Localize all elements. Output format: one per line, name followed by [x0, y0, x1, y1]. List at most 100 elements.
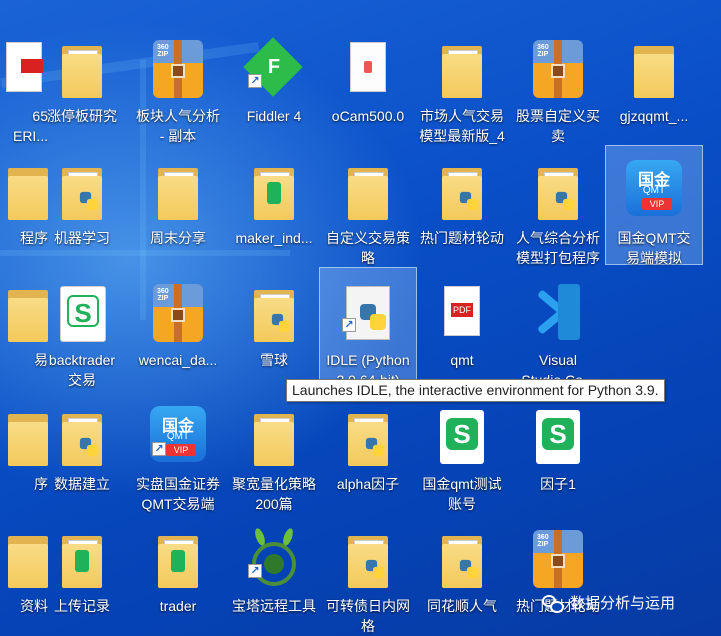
icon-label: 实盘国金证券 QMT交易端	[136, 476, 220, 512]
shortcut-arrow-icon: ↗	[342, 318, 356, 332]
desktop-icon-r5c5[interactable]: 同花顺人气	[414, 514, 510, 632]
desktop-icon-r4c6[interactable]: S 因子1	[510, 392, 606, 510]
watermark-text: 数据分析与运用	[570, 595, 676, 612]
desktop-icon-r5c1[interactable]: 上传记录	[34, 514, 130, 632]
vscode-icon	[530, 280, 586, 346]
python-folder-icon	[54, 158, 110, 224]
icon-label: 市场人气交易 模型最新版_4	[419, 108, 505, 144]
zip-archive-icon: 360 ZIP	[150, 36, 206, 102]
desktop-icon-r1c1[interactable]: 涨停板研究	[34, 24, 130, 142]
shortcut-arrow-icon: ↗	[248, 74, 262, 88]
python-folder-icon	[54, 404, 110, 470]
icon-label: 板块人气分析 - 副本	[136, 108, 220, 144]
desktop-icon-r1c5[interactable]: 市场人气交易 模型最新版_4	[414, 24, 510, 144]
desktop-icon-r5c3[interactable]: ↗ 宝塔远程工具	[226, 514, 322, 632]
desktop-icon-r5c2[interactable]: trader	[130, 514, 226, 632]
desktop-icon-r5c4[interactable]: 可转债日内网 格	[320, 514, 416, 634]
icon-label: alpha因子	[336, 476, 400, 492]
icon-label: 周末分享	[150, 230, 206, 246]
folder-icon	[246, 404, 302, 470]
python-folder-icon	[340, 526, 396, 592]
icon-label: 可转债日内网 格	[326, 598, 410, 634]
shortcut-arrow-icon: ↗	[152, 442, 166, 456]
desktop-icon-r4c5[interactable]: S 国金qmt测试 账号	[414, 392, 510, 512]
desktop-icon-r3c5[interactable]: PDF qmt	[414, 268, 510, 386]
desktop-icon-r1c6[interactable]: 360 ZIP 股票自定义买 卖	[510, 24, 606, 144]
folder-icon	[54, 526, 110, 592]
python-folder-icon	[340, 404, 396, 470]
wps-document-icon: S	[530, 404, 586, 470]
folder-icon	[0, 280, 48, 346]
desktop-icon-r3c1[interactable]: S backtrader 交易	[34, 268, 130, 388]
folder-icon	[434, 36, 490, 102]
wechat-watermark: 数据分析与运用	[542, 592, 675, 616]
desktop-icon-r3c3[interactable]: 雪球	[226, 268, 322, 386]
python-folder-icon	[246, 280, 302, 346]
icon-label: gjzqqmt_...	[619, 108, 689, 124]
desktop-icon-r2c2[interactable]: 周末分享	[130, 146, 226, 264]
icon-label: 数据建立	[54, 476, 110, 492]
folder-icon	[0, 404, 48, 470]
folder-icon	[54, 36, 110, 102]
desktop-icon-r1c4[interactable]: oCam500.0	[320, 24, 416, 142]
python-idle-icon	[340, 280, 396, 346]
zip-archive-icon: 360 ZIP	[150, 280, 206, 346]
icon-label: 因子1	[540, 476, 576, 492]
desktop-icon-r2c6[interactable]: 人气综合分析 模型打包程序	[510, 146, 606, 266]
folder-icon	[0, 526, 48, 592]
desktop-icon-r4c2[interactable]: 国金 QMT VIP ↗ 实盘国金证券 QMT交易端	[130, 392, 226, 512]
desktop-icon-r1c2[interactable]: 360 ZIP 板块人气分析 - 副本	[130, 24, 226, 144]
desktop-icon-r1c3[interactable]: F ↗ Fiddler 4	[226, 24, 322, 142]
desktop-icon-r2c7[interactable]: 国金 QMT VIP 国金QMT交 易端模拟	[605, 145, 703, 266]
zip-archive-icon: 360 ZIP	[530, 526, 586, 592]
desktop-icon-r3c4[interactable]: ↗ IDLE (Python 3.9 64-bit)	[319, 267, 417, 388]
desktop-icon-r1c7[interactable]: gjzqqmt_...	[606, 24, 702, 142]
icon-label: 同花顺人气	[427, 598, 497, 614]
python-folder-icon	[434, 526, 490, 592]
python-folder-icon	[530, 158, 586, 224]
desktop-icon-r4c3[interactable]: 聚宽量化策略 200篇	[226, 392, 322, 512]
folder-icon	[626, 36, 682, 102]
desktop-icon-r2c3[interactable]: maker_ind...	[226, 146, 322, 264]
fiddler-icon: F	[243, 36, 303, 102]
qmt-app-icon: 国金 QMT VIP	[626, 158, 682, 224]
folder-icon	[340, 158, 396, 224]
document-icon	[0, 36, 43, 102]
icon-label: maker_ind...	[235, 230, 313, 246]
icon-label: 宝塔远程工具	[232, 598, 316, 614]
wechat-icon	[542, 595, 564, 614]
icon-label: backtrader 交易	[48, 352, 116, 388]
icon-label: 雪球	[260, 352, 288, 368]
folder-icon	[150, 158, 206, 224]
folder-icon	[150, 526, 206, 592]
idle-tooltip: Launches IDLE, the interactive environme…	[286, 379, 665, 402]
icon-label: trader	[159, 598, 197, 614]
desktop-icon-r4c1[interactable]: 数据建立	[34, 392, 130, 510]
icon-label: wencai_da...	[138, 352, 218, 368]
ocam-document-icon	[340, 36, 396, 102]
icon-label: 热门题材轮动	[420, 230, 504, 246]
icon-label: 国金QMT交 易端模拟	[617, 230, 691, 266]
icon-label: 上传记录	[54, 598, 110, 614]
desktop-icon-r3c6[interactable]: Visual Studio Co...	[510, 268, 606, 388]
desktop-icon-r2c4[interactable]: 自定义交易策 略	[320, 146, 416, 266]
wps-document-icon: S	[434, 404, 490, 470]
qmt-app-icon: 国金 QMT VIP	[150, 404, 206, 470]
folder-icon	[246, 158, 302, 224]
icon-label: 自定义交易策 略	[326, 230, 410, 266]
desktop-icon-r2c5[interactable]: 热门题材轮动	[414, 146, 510, 264]
icon-label: 涨停板研究	[47, 108, 117, 124]
icon-label: 机器学习	[54, 230, 110, 246]
desktop-icon-r2c1[interactable]: 机器学习	[34, 146, 130, 264]
shortcut-arrow-icon: ↗	[248, 564, 262, 578]
folder-icon	[0, 158, 48, 224]
icon-label: 人气综合分析 模型打包程序	[516, 230, 600, 266]
wps-document-icon: S	[54, 280, 110, 346]
icon-label: 聚宽量化策略 200篇	[232, 476, 316, 512]
desktop-icon-r4c4[interactable]: alpha因子	[320, 392, 416, 510]
icon-label: 股票自定义买 卖	[516, 108, 600, 144]
desktop-icon-r3c2[interactable]: 360 ZIP wencai_da...	[130, 268, 226, 386]
icon-label: Fiddler 4	[246, 108, 302, 124]
zip-archive-icon: 360 ZIP	[530, 36, 586, 102]
baota-remote-icon	[246, 526, 302, 592]
